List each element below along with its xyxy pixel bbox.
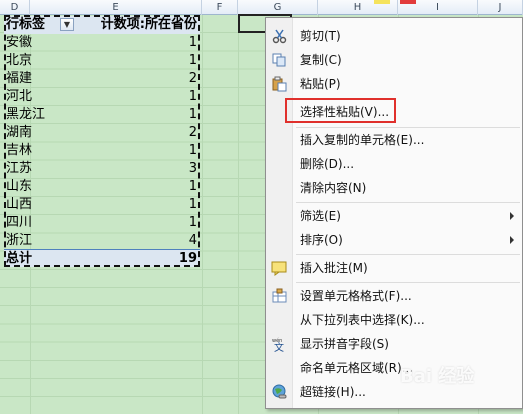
menu-item-label: 超链接(H)... (300, 385, 366, 399)
menu-item-filter[interactable]: 筛选(E) (266, 204, 522, 228)
menu-item-delete[interactable]: 删除(D)... (266, 152, 522, 176)
menu-item-label: 插入复制的单元格(E)... (300, 133, 425, 147)
scissors-icon (271, 28, 288, 44)
menu-item-label: 粘贴(P) (300, 77, 341, 91)
menu-item-label: 命名单元格区域(R)... (300, 361, 414, 375)
row-label: 福建 (6, 71, 33, 86)
globe-link-icon (271, 384, 288, 400)
menu-item-label: 从下拉列表中选择(K)... (300, 313, 425, 327)
menu-item-label: 设置单元格格式(F)... (300, 289, 412, 303)
menu-item-hyperlink[interactable]: 超链接(H)... (266, 380, 522, 404)
comment-icon (271, 260, 288, 276)
submenu-arrow-icon (510, 212, 514, 220)
menu-item-paste[interactable]: 粘贴(P) (266, 72, 522, 96)
column-header-g[interactable]: G (238, 0, 318, 15)
menu-item-format-cells[interactable]: 设置单元格格式(F)... (266, 284, 522, 308)
pivot-row[interactable]: 安徽 1 (4, 34, 200, 52)
row-label: 北京 (6, 53, 33, 68)
ribbon-fragment-red (400, 0, 416, 4)
ribbon-fragment-yellow (374, 0, 390, 4)
context-menu: 剪切(T) 复制(C) 粘贴(P) 选择性粘贴(V)... 插入复制的单元格(E… (265, 17, 523, 409)
filter-dropdown-button[interactable]: ▼ (60, 18, 74, 31)
row-value: 2 (188, 125, 197, 140)
menu-separator (296, 282, 520, 283)
format-cells-icon (271, 288, 288, 304)
column-header-j[interactable]: J (478, 0, 523, 15)
row-label: 浙江 (6, 233, 33, 248)
pivot-row[interactable]: 山东 1 (4, 178, 200, 196)
pivot-row[interactable]: 北京 1 (4, 52, 200, 70)
row-value: 1 (188, 35, 197, 50)
total-label: 总计 (6, 251, 33, 266)
column-header-e[interactable]: E (30, 0, 202, 15)
row-value: 1 (188, 89, 197, 104)
row-value: 1 (188, 215, 197, 230)
copy-icon (271, 52, 288, 68)
column-header-d[interactable]: D (0, 0, 30, 15)
pivot-row[interactable]: 河北 1 (4, 88, 200, 106)
svg-text:文: 文 (274, 341, 284, 352)
paste-icon (271, 76, 288, 92)
pivot-header-row: 行标签 ▼ 计数项:所在省份 (4, 16, 200, 34)
row-value: 1 (188, 53, 197, 68)
menu-item-insert-comment[interactable]: 插入批注(M) (266, 256, 522, 280)
menu-item-label: 复制(C) (300, 53, 342, 67)
row-label: 湖南 (6, 125, 33, 140)
pivot-row[interactable]: 吉林 1 (4, 142, 200, 160)
pivot-row[interactable]: 四川 1 (4, 214, 200, 232)
menu-item-label: 清除内容(N) (300, 181, 367, 195)
column-header-f[interactable]: F (202, 0, 238, 15)
pivot-row[interactable]: 浙江 4 (4, 232, 200, 250)
row-label: 吉林 (6, 143, 33, 158)
row-value: 1 (188, 197, 197, 212)
row-value: 2 (188, 71, 197, 86)
grid-line (238, 15, 239, 414)
pivot-row[interactable]: 山西 1 (4, 196, 200, 214)
row-label: 江苏 (6, 161, 33, 176)
pivot-table: 行标签 ▼ 计数项:所在省份 安徽 1 北京 1 福建 2 河北 1 黑龙江 1 湖南 2 … (4, 16, 200, 267)
pivot-row[interactable]: 黑龙江 1 (4, 106, 200, 124)
annotation-highlight-box (285, 98, 396, 123)
column-header-bar: D E F G H I J (0, 0, 523, 15)
menu-item-phonetic-field[interactable]: wén 文 显示拼音字段(S) (266, 332, 522, 356)
menu-separator (296, 202, 520, 203)
menu-item-sort[interactable]: 排序(O) (266, 228, 522, 252)
row-labels-header: 行标签 (6, 17, 46, 32)
menu-item-label: 插入批注(M) (300, 261, 368, 275)
menu-item-label: 显示拼音字段(S) (300, 337, 389, 351)
total-value: 19 (178, 251, 197, 266)
pivot-row[interactable]: 湖南 2 (4, 124, 200, 142)
menu-item-clear-contents[interactable]: 清除内容(N) (266, 176, 522, 200)
row-label: 安徽 (6, 35, 33, 50)
count-field-header: 计数项:所在省份 (100, 17, 197, 32)
row-label: 山东 (6, 179, 33, 194)
row-label: 河北 (6, 89, 33, 104)
menu-item-copy[interactable]: 复制(C) (266, 48, 522, 72)
pivot-row[interactable]: 福建 2 (4, 70, 200, 88)
row-label: 山西 (6, 197, 33, 212)
menu-item-label: 删除(D)... (300, 157, 355, 171)
grid-line (202, 15, 203, 414)
row-value: 4 (188, 233, 197, 248)
row-value: 3 (188, 161, 197, 176)
menu-separator (296, 254, 520, 255)
phonetic-icon: wén 文 (271, 336, 288, 354)
row-label: 四川 (6, 215, 33, 230)
watermark: Bai 经验 (400, 366, 475, 387)
menu-item-cut[interactable]: 剪切(T) (266, 24, 522, 48)
menu-item-label: 筛选(E) (300, 209, 341, 223)
submenu-arrow-icon (510, 236, 514, 244)
menu-item-label: 剪切(T) (300, 29, 341, 43)
row-value: 1 (188, 107, 197, 122)
row-value: 1 (188, 143, 197, 158)
menu-item-name-range[interactable]: 命名单元格区域(R)... (266, 356, 522, 380)
pivot-row[interactable]: 江苏 3 (4, 160, 200, 178)
pivot-total-row[interactable]: 总计 19 (4, 249, 200, 267)
menu-item-pick-from-list[interactable]: 从下拉列表中选择(K)... (266, 308, 522, 332)
row-value: 1 (188, 179, 197, 194)
menu-item-insert-copied-cells[interactable]: 插入复制的单元格(E)... (266, 128, 522, 152)
menu-item-label: 排序(O) (300, 233, 343, 247)
row-label: 黑龙江 (6, 107, 46, 122)
